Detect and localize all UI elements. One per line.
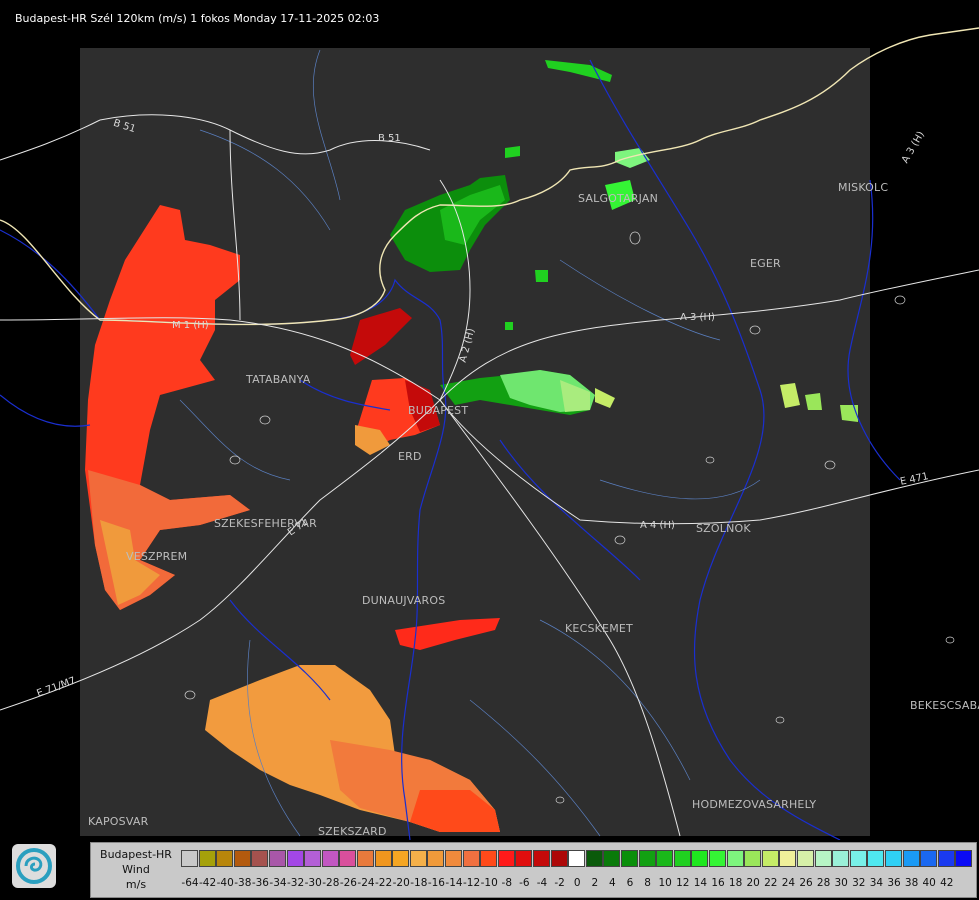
legend-swatch (691, 850, 709, 867)
legend-swatch (497, 850, 515, 867)
place-label: KECSKEMET (565, 622, 633, 635)
legend-swatch (198, 850, 216, 867)
legend-swatch (761, 850, 779, 867)
legend-swatch (603, 850, 621, 867)
legend-swatch (233, 850, 251, 867)
legend-swatch (304, 850, 322, 867)
legend-swatch (832, 850, 850, 867)
place-label: SALGOTARJAN (578, 192, 659, 205)
legend-swatch (392, 850, 410, 867)
legend-swatch (621, 850, 638, 867)
legend-swatch (321, 850, 339, 867)
legend-swatch (779, 850, 797, 867)
omsz-logo-icon (12, 844, 56, 888)
legend-swatch (849, 850, 867, 867)
legend-title-line: Wind (122, 863, 150, 876)
place-label: KAPOSVAR (88, 815, 149, 828)
place-label: EGER (750, 257, 781, 270)
legend-swatch (937, 850, 955, 867)
legend-swatch (955, 850, 973, 867)
legend-swatch (357, 850, 374, 867)
legend-swatch (462, 850, 480, 867)
legend-title-line: m/s (125, 878, 147, 891)
legend-swatch (427, 850, 445, 867)
legend-swatch (269, 850, 286, 867)
color-legend: Budapest-HR Wind m/s -64 -42 -40 -38 -36 -34-… (90, 842, 977, 898)
legend-swatch (251, 850, 269, 867)
legend-swatch (726, 850, 744, 867)
legend-tick-label: 42 (940, 877, 954, 889)
legend-swatch (709, 850, 726, 867)
legend-title-line: Budapest-HR (100, 848, 172, 861)
legend-swatch (656, 850, 674, 867)
place-label: SZOLNOK (696, 522, 751, 535)
place-label: VESZPREM (126, 550, 188, 563)
legend-swatch (533, 850, 550, 867)
legend-swatch (515, 850, 533, 867)
road-label: A 4 (H) (640, 520, 675, 531)
legend-swatch (550, 850, 568, 867)
place-label: BEKESCSABA (910, 699, 979, 712)
map-title: Budapest-HR Szél 120km (m/s) 1 fokos Mon… (15, 12, 380, 25)
radar-coverage-area (80, 48, 870, 836)
legend-swatch (673, 850, 691, 867)
road-label: B 51 (378, 133, 401, 144)
legend-swatch (409, 850, 427, 867)
legend-swatch (638, 850, 656, 867)
legend-swatch (885, 850, 902, 867)
place-label: BUDAPEST (408, 404, 469, 417)
legend-swatch (286, 850, 304, 867)
legend-swatch (814, 850, 832, 867)
legend-swatch (339, 850, 357, 867)
place-label: SZEKSZARD (318, 825, 387, 838)
legend-swatch (181, 850, 198, 867)
road-label: A 3 (H) (680, 312, 715, 323)
legend-swatch (445, 850, 462, 867)
radar-map[interactable] (0, 0, 979, 840)
legend-swatch (585, 850, 603, 867)
legend-swatch (568, 850, 586, 867)
place-label: DUNAUJVAROS (362, 594, 446, 607)
legend-swatch (867, 850, 885, 867)
legend-swatch (374, 850, 392, 867)
legend-swatch (744, 850, 762, 867)
legend-swatch (216, 850, 234, 867)
road-label: M 1 (H) (172, 320, 209, 331)
legend-swatch (902, 850, 920, 867)
place-label: ERD (398, 450, 422, 463)
place-label: TATABANYA (246, 373, 311, 386)
place-label: HODMEZOVASARHELY (692, 798, 817, 811)
legend-swatch (920, 850, 938, 867)
place-label: MISKOLC (838, 181, 889, 194)
legend-swatch (480, 850, 498, 867)
legend-title: Budapest-HR Wind m/s (91, 847, 181, 892)
legend-swatch (797, 850, 814, 867)
